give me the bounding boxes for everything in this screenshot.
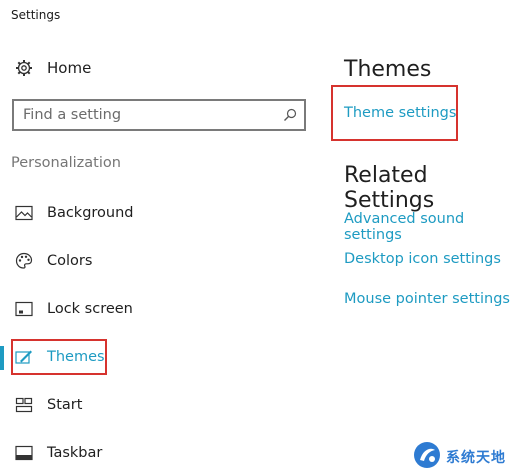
search-box[interactable]: [12, 99, 306, 131]
sidebar-item-start[interactable]: Start: [14, 393, 82, 417]
theme-settings-highlight-box: [331, 85, 458, 141]
advanced-sound-settings-link[interactable]: Advanced sound settings: [344, 211, 521, 243]
desktop-icon-settings-link[interactable]: Desktop icon settings: [344, 251, 501, 267]
sidebar-item-label: Colors: [47, 253, 93, 269]
window-title: Settings: [11, 8, 61, 22]
search-icon[interactable]: [276, 108, 304, 122]
background-image-icon: [14, 203, 34, 223]
gear-icon: [14, 58, 34, 78]
sidebar-item-label: Lock screen: [47, 301, 133, 317]
sidebar-item-label: Background: [47, 205, 134, 221]
sidebar-item-label: Start: [47, 397, 83, 413]
themes-heading: Themes: [344, 57, 432, 82]
active-indicator: [0, 346, 4, 370]
start-tiles-icon: [14, 395, 34, 415]
taskbar-icon: [14, 443, 34, 463]
sidebar-item-colors[interactable]: Colors: [14, 249, 92, 273]
sidebar-item-taskbar[interactable]: Taskbar: [14, 441, 102, 465]
watermark-logo-icon: [412, 440, 442, 474]
section-label-personalization: Personalization: [11, 155, 121, 171]
mouse-pointer-settings-link[interactable]: Mouse pointer settings: [344, 291, 510, 307]
watermark-text: 系统天地: [446, 450, 506, 466]
themes-highlight-box: [11, 339, 107, 375]
watermark: 系统天地: [412, 440, 506, 474]
related-settings-heading: Related Settings: [344, 163, 435, 213]
lock-screen-icon: [14, 299, 34, 319]
sidebar-item-lock-screen[interactable]: Lock screen: [14, 297, 133, 321]
palette-icon: [14, 251, 34, 271]
sidebar-item-label: Taskbar: [47, 445, 103, 461]
home-label: Home: [47, 59, 92, 77]
home-nav-item[interactable]: Home: [14, 58, 91, 78]
sidebar-item-background[interactable]: Background: [14, 201, 134, 225]
search-input[interactable]: [14, 100, 276, 130]
